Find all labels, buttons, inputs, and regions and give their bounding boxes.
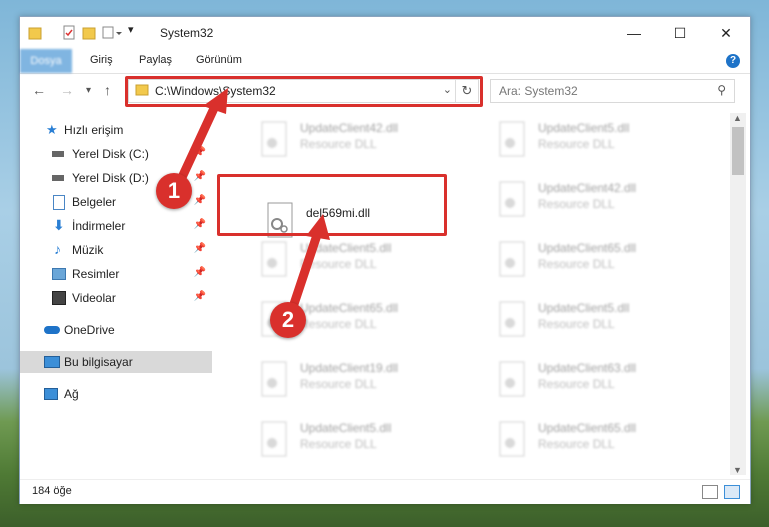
- dll-file-icon: [261, 361, 287, 397]
- download-icon: ⬇: [53, 217, 65, 233]
- file-item[interactable]: UpdateClient65.dll Resource DLL: [486, 237, 686, 287]
- view-options-icon[interactable]: [102, 25, 122, 41]
- status-bar: 184 öğe: [20, 479, 750, 504]
- pin-icon[interactable]: 📌: [194, 267, 206, 278]
- recent-locations-icon[interactable]: ▾: [86, 85, 91, 96]
- sidebar-item-downloads[interactable]: ⬇ İndirmeler 📌: [20, 215, 212, 237]
- details-view-icon[interactable]: [702, 485, 718, 499]
- minimize-button[interactable]: —: [611, 17, 657, 49]
- help-icon[interactable]: ?: [726, 54, 740, 68]
- title-bar: ▾ System32 — ☐ ✕: [20, 17, 750, 49]
- dll-file-icon: [499, 301, 525, 337]
- sidebar-item-this-pc[interactable]: Bu bilgisayar: [20, 351, 212, 373]
- navigation-bar: ← → ▾ ↑ C:\Windows\System32 ⌄ ↻ Ara: Sys…: [20, 74, 750, 108]
- file-item[interactable]: UpdateClient5.dll Resource DLL: [248, 417, 448, 467]
- search-icon[interactable]: ⚲: [717, 83, 726, 97]
- dll-file-icon: [499, 181, 525, 217]
- computer-icon: [44, 356, 60, 368]
- new-folder-icon[interactable]: [82, 25, 96, 41]
- sidebar-item-pictures[interactable]: Resimler 📌: [20, 263, 212, 285]
- ribbon: Dosya Giriş Paylaş Görünüm ?: [20, 49, 750, 74]
- file-item[interactable]: UpdateClient5.dll Resource DLL: [486, 117, 686, 167]
- cloud-icon: [44, 326, 60, 334]
- customize-toolbar-icon[interactable]: ▾: [128, 23, 134, 39]
- drive-icon: [52, 175, 64, 181]
- file-item[interactable]: UpdateClient5.dll Resource DLL: [486, 297, 686, 347]
- file-item[interactable]: UpdateClient42.dll Resource DLL: [248, 117, 448, 167]
- sidebar-item-network[interactable]: Ağ: [20, 383, 212, 405]
- file-item[interactable]: UpdateClient5.dll Resource DLL: [248, 237, 448, 287]
- tab-share[interactable]: Paylaş: [139, 54, 172, 66]
- up-arrow-icon[interactable]: ↑: [104, 82, 111, 98]
- explorer-window: ▾ System32 — ☐ ✕ Dosya Giriş Paylaş Görü…: [19, 16, 751, 504]
- step-1-badge: 1: [156, 173, 192, 209]
- sidebar-item-onedrive[interactable]: OneDrive: [20, 319, 212, 341]
- vertical-scrollbar[interactable]: ▲ ▼: [730, 113, 746, 475]
- dll-file-icon: [261, 241, 287, 277]
- network-icon: [44, 388, 58, 400]
- maximize-button[interactable]: ☐: [657, 17, 703, 49]
- music-icon: ♪: [54, 241, 61, 257]
- dll-file-icon: [499, 241, 525, 277]
- pin-icon[interactable]: 📌: [194, 195, 206, 206]
- scroll-down-icon[interactable]: ▼: [733, 465, 742, 475]
- properties-icon[interactable]: [62, 25, 76, 41]
- pin-icon[interactable]: 📌: [194, 147, 206, 158]
- search-box[interactable]: Ara: System32 ⚲: [490, 79, 735, 103]
- tab-home[interactable]: Giriş: [90, 54, 113, 66]
- pin-icon[interactable]: 📌: [194, 243, 206, 254]
- scroll-up-icon[interactable]: ▲: [733, 113, 742, 123]
- file-highlight-box: [217, 174, 447, 236]
- search-placeholder: Ara: System32: [499, 84, 578, 98]
- dll-file-icon: [499, 361, 525, 397]
- tab-view[interactable]: Görünüm: [196, 54, 242, 66]
- file-list: UpdateClient42.dll Resource DLL UpdateCl…: [212, 113, 728, 475]
- file-item[interactable]: UpdateClient19.dll Resource DLL: [248, 357, 448, 407]
- star-icon: ★: [46, 122, 58, 137]
- drive-icon: [52, 151, 64, 157]
- file-item[interactable]: UpdateClient42.dll Resource DLL: [486, 177, 686, 227]
- videos-icon: [52, 291, 66, 305]
- folder-icon[interactable]: [28, 25, 42, 41]
- file-item[interactable]: UpdateClient65.dll Resource DLL: [486, 417, 686, 467]
- file-item[interactable]: UpdateClient63.dll Resource DLL: [486, 357, 686, 407]
- dll-file-icon: [499, 121, 525, 157]
- back-arrow-icon[interactable]: ←: [32, 82, 46, 98]
- dll-file-icon: [261, 421, 287, 457]
- documents-icon: [53, 195, 65, 210]
- window-title: System32: [160, 26, 214, 40]
- sidebar-item-music[interactable]: ♪ Müzik 📌: [20, 239, 212, 261]
- navigation-pane: ★ Hızlı erişim Yerel Disk (C:) 📌 Yerel D…: [20, 113, 212, 475]
- sidebar-item-disk-c[interactable]: Yerel Disk (C:) 📌: [20, 143, 212, 165]
- step-2-badge: 2: [270, 302, 306, 338]
- address-highlight-box: [125, 76, 483, 107]
- dll-file-icon: [499, 421, 525, 457]
- pin-icon[interactable]: 📌: [194, 219, 206, 230]
- item-count: 184 öğe: [32, 485, 72, 497]
- sidebar-item-quick-access[interactable]: ★ Hızlı erişim: [20, 119, 212, 141]
- sidebar-item-videos[interactable]: Videolar 📌: [20, 287, 212, 309]
- pin-icon[interactable]: 📌: [194, 171, 206, 182]
- pictures-icon: [52, 268, 66, 280]
- large-icons-view-icon[interactable]: [724, 485, 740, 499]
- dll-file-icon: [261, 121, 287, 157]
- scrollbar-thumb[interactable]: [732, 127, 744, 175]
- tab-file[interactable]: Dosya: [20, 49, 72, 73]
- close-button[interactable]: ✕: [703, 17, 749, 49]
- forward-arrow-icon[interactable]: →: [60, 82, 74, 98]
- pin-icon[interactable]: 📌: [194, 291, 206, 302]
